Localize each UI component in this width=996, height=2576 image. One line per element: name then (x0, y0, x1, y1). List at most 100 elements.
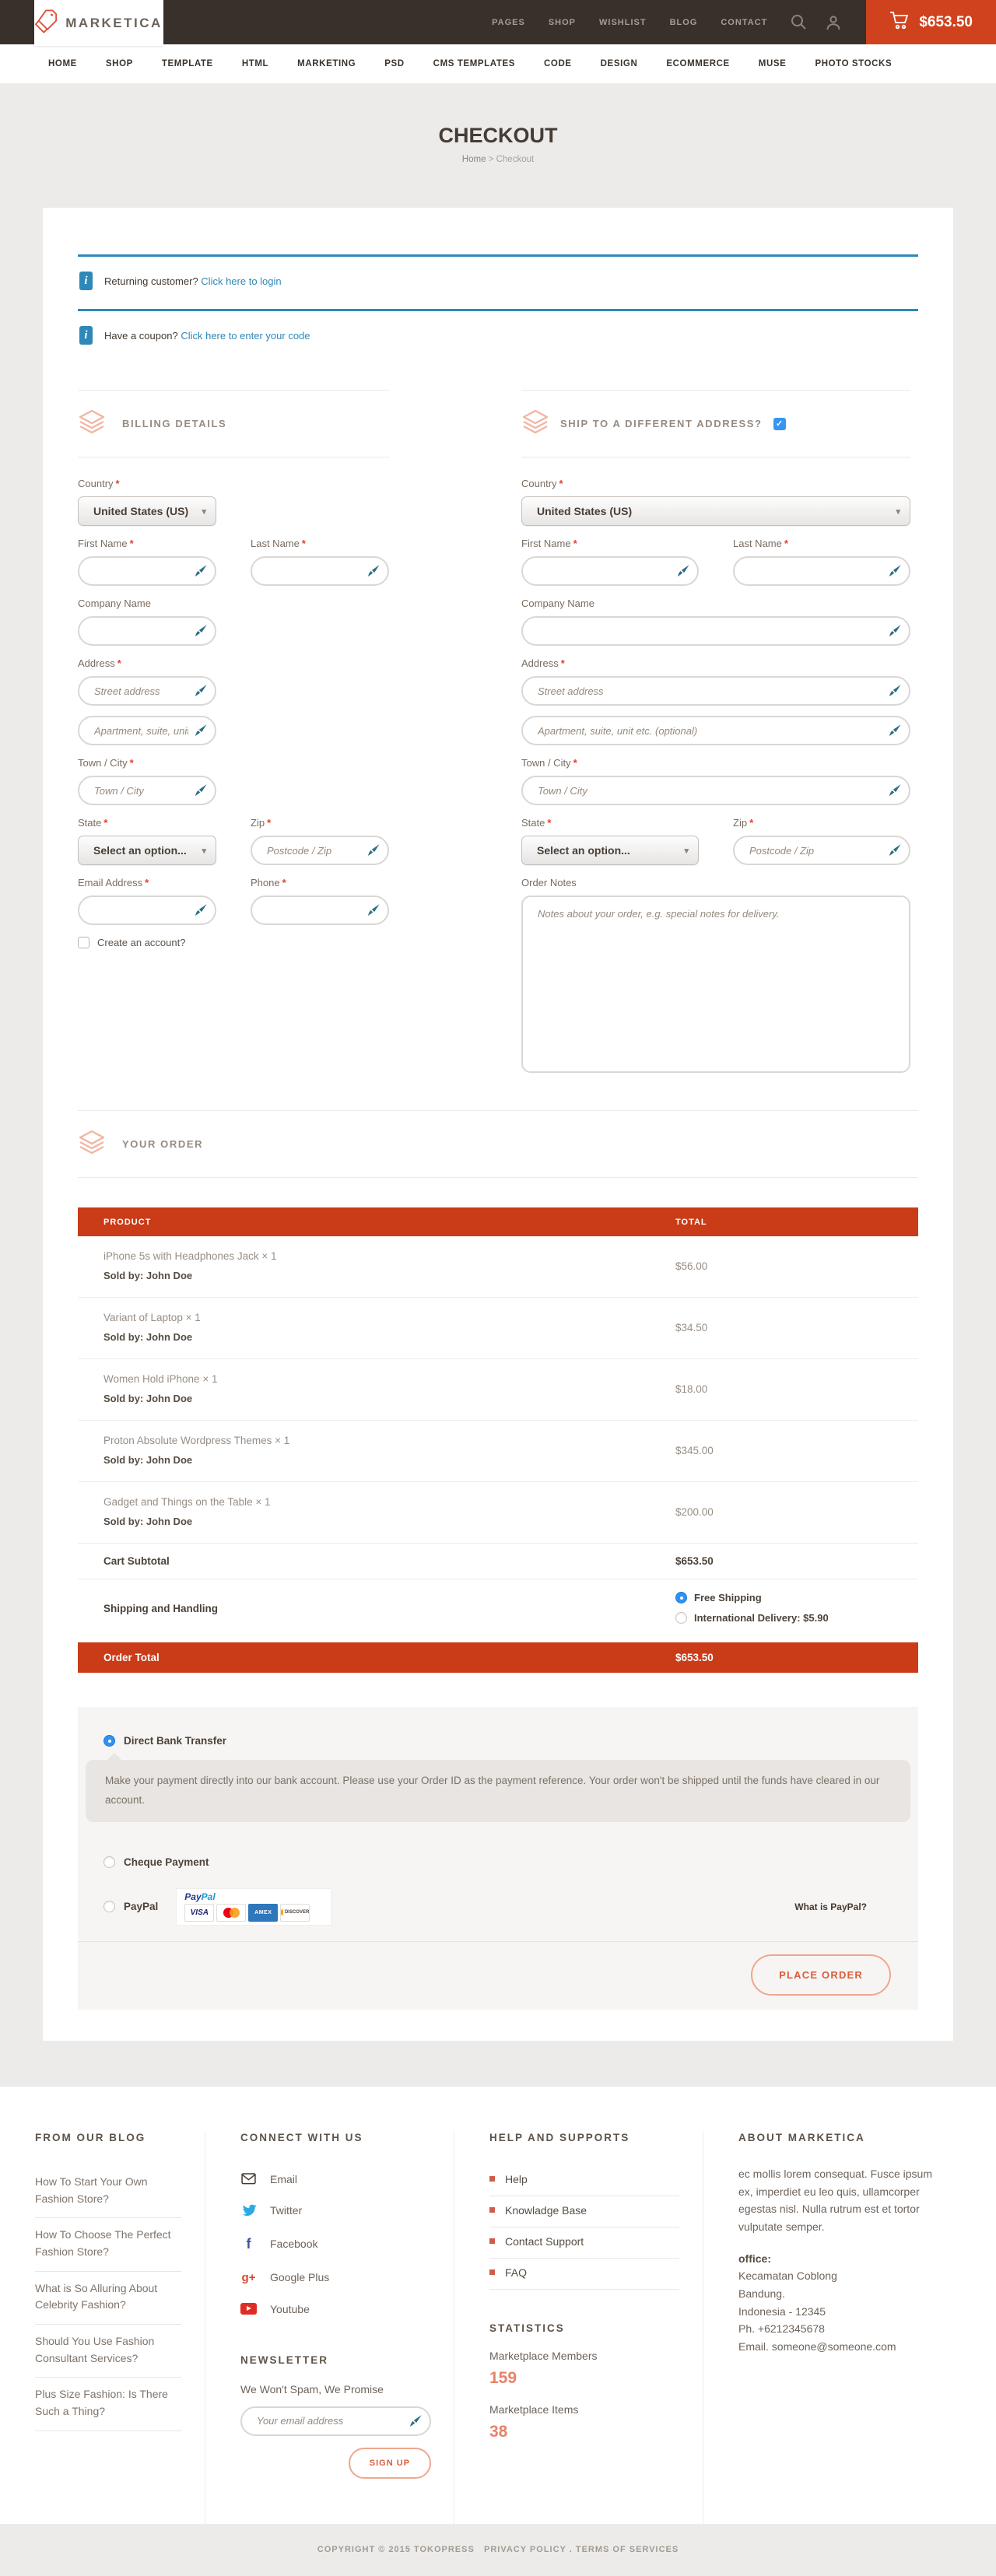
shipping-section: SHIP TO A DIFFERENT ADDRESS? Country* Un… (521, 363, 910, 1088)
topnav-contact[interactable]: CONTACT (721, 18, 767, 27)
topnav-blog[interactable]: BLOG (670, 18, 698, 27)
blog-link[interactable]: How To Start Your Own Fashion Store? (35, 2165, 181, 2218)
copyright-text: COPYRIGHT © 2015 TOKOPRESS (317, 2545, 475, 2554)
paypal-option[interactable]: PayPal PayPal VISA AMEX DISCOVER What is… (78, 1888, 918, 1926)
contact-support-link[interactable]: Contact Support (489, 2227, 679, 2259)
cheque-payment-option[interactable]: Cheque Payment (78, 1856, 918, 1868)
logo[interactable]: MARKETICA (34, 0, 163, 46)
returning-customer-notice: i Returning customer? Click here to logi… (78, 254, 918, 309)
bullet-icon (489, 2176, 495, 2182)
twitter-link[interactable]: Twitter (240, 2196, 430, 2228)
blog-link[interactable]: Should You Use Fashion Consultant Servic… (35, 2325, 181, 2378)
pen-icon (409, 2414, 423, 2427)
nav-marketing[interactable]: MARKETING (297, 59, 356, 68)
radio-icon[interactable] (103, 1856, 115, 1868)
google-plus-link[interactable]: g+ Google Plus (240, 2263, 430, 2295)
stat-label: Marketplace Items (489, 2403, 679, 2416)
cart-total: $653.50 (919, 14, 973, 31)
shipping-street-input[interactable] (521, 676, 910, 706)
nav-template[interactable]: TEMPLATE (162, 59, 213, 68)
user-icon[interactable] (826, 15, 841, 30)
radio-selected-icon[interactable] (675, 1592, 687, 1603)
last-name-label: Last Name (251, 538, 300, 549)
shipping-apartment-input[interactable] (521, 716, 910, 745)
nav-design[interactable]: DESIGN (601, 59, 638, 68)
knowledge-base-link[interactable]: Knowladge Base (489, 2196, 679, 2227)
radio-icon[interactable] (103, 1901, 115, 1912)
cart-button[interactable]: $653.50 (866, 0, 996, 44)
create-account-checkbox[interactable] (78, 937, 89, 948)
billing-country-select[interactable]: United States (US) (78, 496, 216, 526)
shipping-handling-label: Shipping and Handling (78, 1603, 675, 1614)
nav-cms-templates[interactable]: CMS TEMPLATES (433, 59, 515, 68)
nav-html[interactable]: HTML (242, 59, 268, 68)
order-notes-textarea[interactable] (521, 895, 910, 1073)
page-title: CHECKOUT (0, 124, 996, 148)
shipping-first-name-input[interactable] (521, 556, 699, 586)
terms-link[interactable]: TERMS OF SERVICES (576, 2545, 679, 2554)
nav-psd[interactable]: PSD (384, 59, 404, 68)
nav-photo-stocks[interactable]: PHOTO STOCKS (815, 59, 892, 68)
coupon-link[interactable]: Click here to enter your code (181, 330, 310, 342)
email-label: Email Address (78, 877, 142, 888)
logo-text: MARKETICA (65, 16, 163, 31)
shipping-company-input[interactable] (521, 616, 910, 646)
info-icon: i (79, 326, 93, 345)
checkout-card: i Returning customer? Click here to logi… (43, 208, 953, 2041)
radio-selected-icon[interactable] (103, 1735, 115, 1747)
nav-code[interactable]: CODE (544, 59, 572, 68)
ship-different-checkbox[interactable] (773, 418, 786, 430)
billing-heading: BILLING DETAILS (122, 418, 226, 429)
order-table-header: PRODUCT TOTAL (78, 1207, 918, 1236)
breadcrumb-separator: > (489, 155, 494, 164)
blog-link[interactable]: Plus Size Fashion: Is There Such a Thing… (35, 2378, 181, 2431)
international-delivery-option[interactable]: International Delivery: $5.90 (675, 1612, 829, 1624)
radio-icon[interactable] (675, 1612, 687, 1624)
town-label: Town / City (78, 757, 128, 769)
faq-link[interactable]: FAQ (489, 2259, 679, 2290)
footer-help-column: HELP AND SUPPORTS Help Knowladge Base Co… (454, 2132, 703, 2524)
sign-up-button[interactable]: SIGN UP (349, 2448, 431, 2479)
nav-home[interactable]: HOME (48, 59, 77, 68)
bank-transfer-option[interactable]: Direct Bank Transfer (78, 1735, 918, 1747)
blog-link[interactable]: How To Choose The Perfect Fashion Store? (35, 2218, 181, 2271)
product-total: $56.00 (675, 1260, 707, 1272)
facebook-link[interactable]: f Facebook (240, 2228, 430, 2263)
place-order-button[interactable]: PLACE ORDER (751, 1954, 891, 1996)
pen-icon (367, 903, 381, 916)
shipping-town-input[interactable] (521, 776, 910, 805)
footer-about-column: ABOUT MARKETICA ec mollis lorem consequa… (703, 2132, 996, 2524)
topnav-wishlist[interactable]: WISHLIST (599, 18, 647, 27)
shipping-country-select[interactable]: United States (US) (521, 496, 910, 526)
topnav-pages[interactable]: PAGES (492, 18, 525, 27)
about-line: Bandung. (738, 2285, 973, 2303)
privacy-policy-link[interactable]: PRIVACY POLICY (484, 2545, 566, 2554)
ship-different-heading: SHIP TO A DIFFERENT ADDRESS? (560, 418, 763, 429)
topnav-shop[interactable]: SHOP (549, 18, 576, 27)
your-order-heading-block: YOUR ORDER (78, 1110, 918, 1178)
billing-state-select[interactable]: Select an option... (78, 836, 216, 865)
shipping-zip-input[interactable] (733, 836, 910, 865)
pen-icon (889, 624, 902, 637)
newsletter-email-input[interactable] (240, 2406, 431, 2436)
product-seller: Sold by: John Doe (103, 1331, 675, 1343)
email-link[interactable]: Email (240, 2165, 430, 2196)
youtube-link[interactable]: Youtube (240, 2295, 430, 2326)
what-is-paypal-link[interactable]: What is PayPal? (794, 1901, 893, 1912)
nav-shop[interactable]: SHOP (106, 59, 133, 68)
about-text: ec mollis lorem consequat. Fusce ipsum e… (738, 2165, 937, 2236)
shipping-last-name-input[interactable] (733, 556, 910, 586)
nav-ecommerce[interactable]: ECOMMERCE (666, 59, 729, 68)
breadcrumb-home[interactable]: Home (462, 155, 486, 164)
state-label: State (78, 817, 101, 829)
shipping-state-select[interactable]: Select an option... (521, 836, 699, 865)
login-link[interactable]: Click here to login (201, 275, 281, 287)
help-link[interactable]: Help (489, 2165, 679, 2196)
blog-link[interactable]: What is So Alluring About Celebrity Fash… (35, 2272, 181, 2325)
youtube-icon (240, 2303, 257, 2315)
pen-icon (195, 624, 208, 637)
free-shipping-option[interactable]: Free Shipping (675, 1592, 829, 1603)
nav-muse[interactable]: MUSE (759, 59, 787, 68)
search-icon[interactable] (791, 14, 807, 30)
country-label: Country (78, 478, 114, 489)
